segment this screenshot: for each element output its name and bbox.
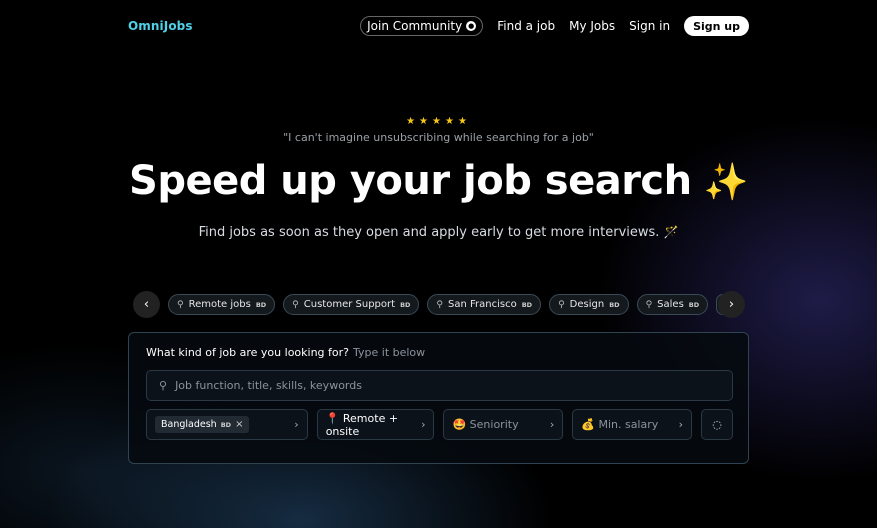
sparkle-icon: ✨ <box>703 162 749 203</box>
country-badge: BD <box>688 300 700 309</box>
hero-subtitle: Find jobs as soon as they open and apply… <box>0 225 877 240</box>
search-icon: ⚲ <box>645 299 653 310</box>
chevron-right-icon: › <box>294 418 299 431</box>
hide-filter-button[interactable]: ◌ <box>701 409 733 440</box>
chip-label: Remote jobs <box>188 299 251 310</box>
search-filters: Bangladesh BD × › 📍 Remote + onsite › 🤩 … <box>146 409 733 440</box>
eye-off-icon: ◌ <box>712 418 722 431</box>
country-badge: BD <box>220 420 232 429</box>
seniority-filter-value: 🤩 Seniority <box>452 418 518 431</box>
logo[interactable]: OmniJobs <box>128 19 193 33</box>
chevron-right-icon: › <box>728 297 735 312</box>
search-icon: ⚲ <box>558 299 565 310</box>
chevron-right-icon: › <box>678 418 684 431</box>
search-placeholder: Job function, title, skills, keywords <box>175 379 362 392</box>
chip-label: Customer Support <box>303 299 396 310</box>
suggestion-chips: ‹ ⚲ Remote jobs BD ⚲ Customer Support BD… <box>133 291 745 318</box>
country-badge: BD <box>400 300 411 309</box>
reddit-icon: ● <box>466 21 477 31</box>
country-badge: BD <box>255 300 267 309</box>
join-community-button[interactable]: Join Community ● <box>360 16 484 36</box>
chip-san-francisco[interactable]: ⚲ San Francisco BD <box>427 294 542 315</box>
chevron-left-icon: ‹ <box>143 297 150 312</box>
country-badge: BD <box>521 300 533 309</box>
search-icon: ⚲ <box>292 299 299 310</box>
testimonial-quote: "I can't imagine unsubscribing while sea… <box>283 131 594 144</box>
salary-filter[interactable]: 💰 Min. salary › <box>572 409 693 440</box>
join-community-label: Join Community <box>367 19 463 33</box>
nav-links: Join Community ● Find a job My Jobs Sign… <box>360 16 749 36</box>
location-tag: Bangladesh BD × <box>155 416 250 433</box>
chip-remote-jobs[interactable]: ⚲ Remote jobs BD <box>168 294 276 315</box>
sign-up-button[interactable]: Sign up <box>684 16 749 36</box>
location-filter[interactable]: Bangladesh BD × › <box>146 409 308 440</box>
country-badge: BD <box>609 300 620 309</box>
top-nav: OmniJobs Join Community ● Find a job My … <box>128 16 749 36</box>
job-search-input[interactable]: ⚲ Job function, title, skills, keywords <box>146 370 733 401</box>
page-title: Speed up your job search ✨ <box>0 158 877 204</box>
sign-in-link[interactable]: Sign in <box>629 19 670 33</box>
chips-prev-button[interactable]: ‹ <box>133 291 160 318</box>
chips-next-button[interactable]: › <box>718 291 745 318</box>
salary-filter-value: 💰 Min. salary <box>581 418 658 431</box>
chip-sales[interactable]: ⚲ Sales BD <box>636 294 709 315</box>
money-bag-icon: 💰 <box>581 418 595 431</box>
question-text: What kind of job are you looking for? <box>146 346 349 359</box>
chip-label: Design <box>569 299 605 310</box>
seniority-filter[interactable]: 🤩 Seniority › <box>443 409 564 440</box>
chip-design[interactable]: ⚲ Design BD <box>549 294 629 315</box>
pin-icon: 📍 <box>325 411 340 425</box>
rating-stars: ★★★★★ <box>406 116 471 127</box>
job-search-panel: What kind of job are you looking for? Typ… <box>128 332 749 464</box>
chip-label: Sales <box>657 299 684 310</box>
question-hint: Type it below <box>353 346 426 359</box>
remote-filter[interactable]: 📍 Remote + onsite › <box>316 409 435 440</box>
search-icon: ⚲ <box>177 299 184 310</box>
my-jobs-link[interactable]: My Jobs <box>569 19 615 33</box>
chip-label: San Francisco <box>448 299 517 310</box>
search-icon: ⚲ <box>436 299 444 310</box>
seniority-label: Seniority <box>469 418 519 431</box>
search-question: What kind of job are you looking for? Typ… <box>146 346 425 359</box>
close-icon[interactable]: × <box>235 419 243 430</box>
magic-wand-icon: 🪄 <box>663 225 679 239</box>
chip-customer-support[interactable]: ⚲ Customer Support BD <box>283 294 420 315</box>
chevron-right-icon: › <box>421 418 426 431</box>
location-tag-label: Bangladesh <box>161 419 217 430</box>
find-job-link[interactable]: Find a job <box>497 19 555 33</box>
search-icon: ⚲ <box>159 379 168 392</box>
headline-text: Speed up your job search <box>129 158 692 204</box>
salary-label: Min. salary <box>598 418 659 431</box>
remote-filter-value: 📍 Remote + onsite <box>326 412 421 438</box>
subtitle-text: Find jobs as soon as they open and apply… <box>198 225 660 240</box>
chevron-right-icon: › <box>549 418 555 431</box>
star-struck-icon: 🤩 <box>452 418 467 431</box>
